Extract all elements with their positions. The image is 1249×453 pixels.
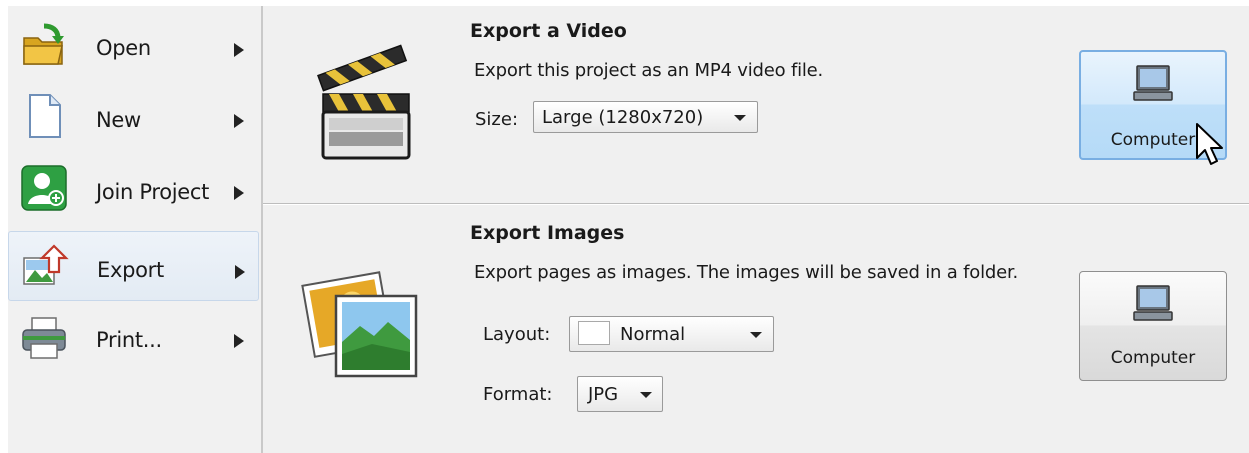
menu-label-new: New [96,108,141,132]
format-dropdown[interactable]: JPG [577,376,663,412]
printer-icon [22,317,66,359]
layout-dropdown[interactable]: Normal [569,316,774,352]
export-dialog: Open New Join Project Export Print... Ex… [8,6,1249,453]
size-label: Size: [475,109,519,130]
chevron-down-icon [750,332,762,338]
menu-label-join-project: Join Project [96,180,210,204]
export-images-computer-button[interactable]: Computer [1079,271,1227,381]
menu-item-print[interactable]: Print... [8,304,259,370]
menu-label-print: Print... [96,328,162,352]
format-label: Format: [483,384,553,405]
clapperboard-icon [317,44,411,160]
export-video-description: Export this project as an MP4 video file… [474,60,824,81]
section-divider [263,203,1249,205]
open-folder-icon [23,23,64,65]
chevron-down-icon [734,115,746,121]
export-images-computer-label: Computer [1110,348,1196,368]
join-project-icon [21,165,67,211]
size-dropdown[interactable]: Large (1280x720) [533,101,758,133]
menu-item-join-project[interactable]: Join Project [8,156,259,222]
submenu-arrow-icon [234,186,244,200]
photos-icon [301,271,418,378]
submenu-arrow-icon [234,114,244,128]
computer-icon [1133,65,1173,101]
layout-label: Layout: [483,324,551,345]
submenu-arrow-icon [234,43,244,57]
menu-label-export: Export [97,258,164,282]
mouse-cursor-icon [1196,123,1223,165]
layout-preview-swatch [578,321,610,345]
export-video-title: Export a Video [470,20,627,42]
menu-item-export[interactable]: Export [8,231,259,301]
menu-label-open: Open [96,36,151,60]
layout-dropdown-value: Normal [620,324,686,345]
submenu-arrow-icon [235,265,245,279]
export-images-description: Export pages as images. The images will … [474,262,1019,283]
new-document-icon [29,94,61,138]
file-menu: Open New Join Project Export Print... [8,6,263,453]
export-images-title: Export Images [470,222,625,244]
computer-icon [1133,285,1173,321]
menu-item-open[interactable]: Open [8,12,259,78]
size-dropdown-value: Large (1280x720) [542,107,704,128]
submenu-arrow-icon [234,334,244,348]
export-icon [23,244,69,285]
format-dropdown-value: JPG [588,384,619,405]
chevron-down-icon [640,392,652,398]
menu-item-new[interactable]: New [8,84,259,150]
